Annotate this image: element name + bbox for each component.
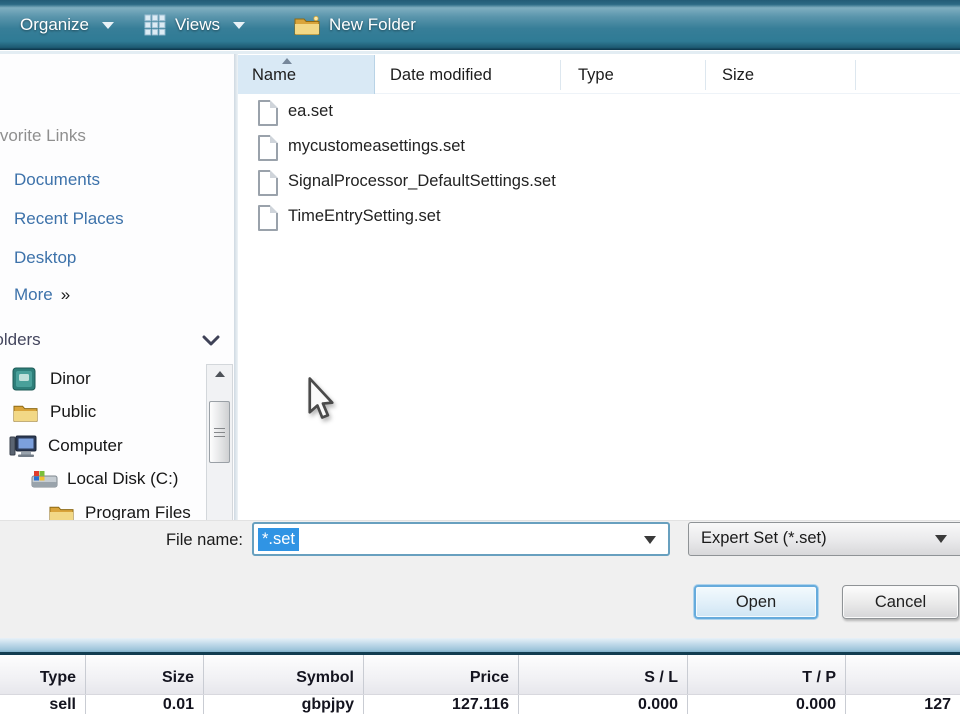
column-header-row: Name Date modified Type Size bbox=[238, 55, 960, 94]
terminal-column-sl[interactable]: S / L bbox=[518, 655, 687, 694]
file-name-input[interactable]: *.set bbox=[252, 522, 670, 556]
open-button-label: Open bbox=[735, 592, 777, 611]
order-size: 0.01 bbox=[85, 695, 203, 714]
file-row[interactable]: TimeEntrySetting.set bbox=[238, 201, 960, 236]
file-row[interactable]: mycustomeasettings.set bbox=[238, 131, 960, 166]
column-header-label: Name bbox=[252, 66, 297, 84]
cancel-button[interactable]: Cancel bbox=[842, 585, 959, 619]
file-type-dropdown[interactable]: Expert Set (*.set) bbox=[688, 522, 960, 556]
computer-icon bbox=[9, 435, 37, 457]
file-name-label: TimeEntrySetting.set bbox=[288, 207, 441, 225]
file-type-selected: Expert Set (*.set) bbox=[701, 529, 827, 547]
views-label: Views bbox=[175, 15, 221, 34]
folders-expander[interactable]: Folders bbox=[0, 326, 234, 356]
order-type: sell bbox=[49, 695, 76, 713]
folders-header: Folders bbox=[0, 330, 41, 349]
folder-icon bbox=[13, 405, 38, 422]
combo-dropdown-icon[interactable] bbox=[644, 536, 656, 544]
document-icon bbox=[258, 205, 278, 231]
file-name-value-selected: *.set bbox=[258, 528, 300, 551]
new-folder-label: New Folder bbox=[329, 15, 416, 34]
scrollbar-up-icon[interactable] bbox=[207, 365, 232, 383]
tree-item-label: Public bbox=[50, 402, 97, 421]
column-header-type[interactable]: Type bbox=[578, 66, 614, 85]
terminal-column-price[interactable]: Price bbox=[363, 655, 518, 694]
chevron-down-icon bbox=[101, 21, 114, 29]
open-file-dialog: Organize Views New Folder vorite Links D… bbox=[0, 0, 960, 720]
document-icon bbox=[258, 100, 278, 126]
terminal-column-symbol[interactable]: Symbol bbox=[203, 655, 363, 694]
organize-label: Organize bbox=[20, 15, 89, 34]
views-button[interactable]: Views bbox=[134, 8, 255, 42]
views-grid-icon bbox=[144, 14, 166, 36]
terminal-orders-table: Type Size Symbol Price S / L T / P sell … bbox=[0, 655, 960, 720]
more-label: More bbox=[14, 285, 53, 304]
cursor-arrow-icon bbox=[308, 377, 334, 419]
terminal-header-row: Type Size Symbol Price S / L T / P bbox=[0, 655, 960, 695]
tree-item-label: Local Disk (C:) bbox=[67, 469, 179, 488]
double-chevron-icon: » bbox=[60, 285, 72, 304]
sidebar-item-desktop[interactable]: Desktop bbox=[14, 248, 76, 268]
window-bottom-frame bbox=[0, 638, 960, 655]
navigation-sidebar: Favorite Links Documents Recent Places D… bbox=[0, 54, 234, 574]
terminal-column-clipped[interactable] bbox=[845, 655, 960, 694]
file-name-label: ea.set bbox=[288, 102, 333, 120]
chevron-down-icon bbox=[202, 335, 220, 346]
combo-dropdown-icon bbox=[935, 535, 947, 543]
order-sl: 0.000 bbox=[518, 695, 687, 714]
order-price: 127.116 bbox=[363, 695, 518, 714]
chevron-down-icon bbox=[233, 21, 246, 29]
cancel-button-label: Cancel bbox=[874, 592, 927, 611]
document-icon bbox=[258, 135, 278, 161]
file-list-pane: Name Date modified Type Size ea.set mycu… bbox=[238, 54, 960, 520]
tree-item-label: Computer bbox=[48, 436, 123, 455]
new-folder-button[interactable]: New Folder bbox=[284, 8, 426, 42]
order-current-price: 127 bbox=[845, 695, 960, 714]
terminal-column-size[interactable]: Size bbox=[85, 655, 203, 694]
file-name-label: SignalProcessor_DefaultSettings.set bbox=[288, 172, 556, 190]
file-row[interactable]: ea.set bbox=[238, 96, 960, 131]
column-header-size[interactable]: Size bbox=[722, 66, 754, 85]
terminal-column-type[interactable]: Type bbox=[0, 655, 85, 694]
sort-ascending-icon bbox=[282, 58, 292, 64]
more-links-button[interactable]: More » bbox=[14, 285, 71, 305]
dialog-footer: File name: *.set Expert Set (*.set) Open… bbox=[0, 520, 960, 638]
file-row[interactable]: SignalProcessor_DefaultSettings.set bbox=[238, 166, 960, 201]
sidebar-item-documents[interactable]: Documents bbox=[14, 170, 100, 190]
favorite-links-header: Favorite Links bbox=[0, 126, 86, 145]
order-symbol: gbpjpy bbox=[203, 695, 363, 714]
drive-icon bbox=[31, 471, 58, 488]
scrollbar-thumb[interactable] bbox=[209, 401, 230, 463]
new-folder-icon bbox=[294, 15, 320, 35]
user-folder-icon bbox=[12, 367, 36, 391]
terminal-order-row[interactable]: sell 0.01 gbpjpy 127.116 0.000 0.000 127 bbox=[0, 695, 960, 714]
terminal-column-tp[interactable]: T / P bbox=[687, 655, 845, 694]
order-tp: 0.000 bbox=[687, 695, 845, 714]
command-toolbar: Organize Views New Folder bbox=[0, 0, 960, 50]
file-name-label-text: File name: bbox=[165, 531, 243, 549]
file-name-label: mycustomeasettings.set bbox=[288, 137, 465, 155]
column-header-date-modified[interactable]: Date modified bbox=[390, 66, 492, 85]
organize-button[interactable]: Organize bbox=[10, 8, 124, 42]
open-button[interactable]: Open bbox=[694, 585, 818, 619]
column-header-name[interactable]: Name bbox=[238, 55, 375, 94]
sidebar-item-recent-places[interactable]: Recent Places bbox=[14, 209, 124, 229]
tree-item-label: Dinor bbox=[50, 369, 91, 388]
document-icon bbox=[258, 170, 278, 196]
